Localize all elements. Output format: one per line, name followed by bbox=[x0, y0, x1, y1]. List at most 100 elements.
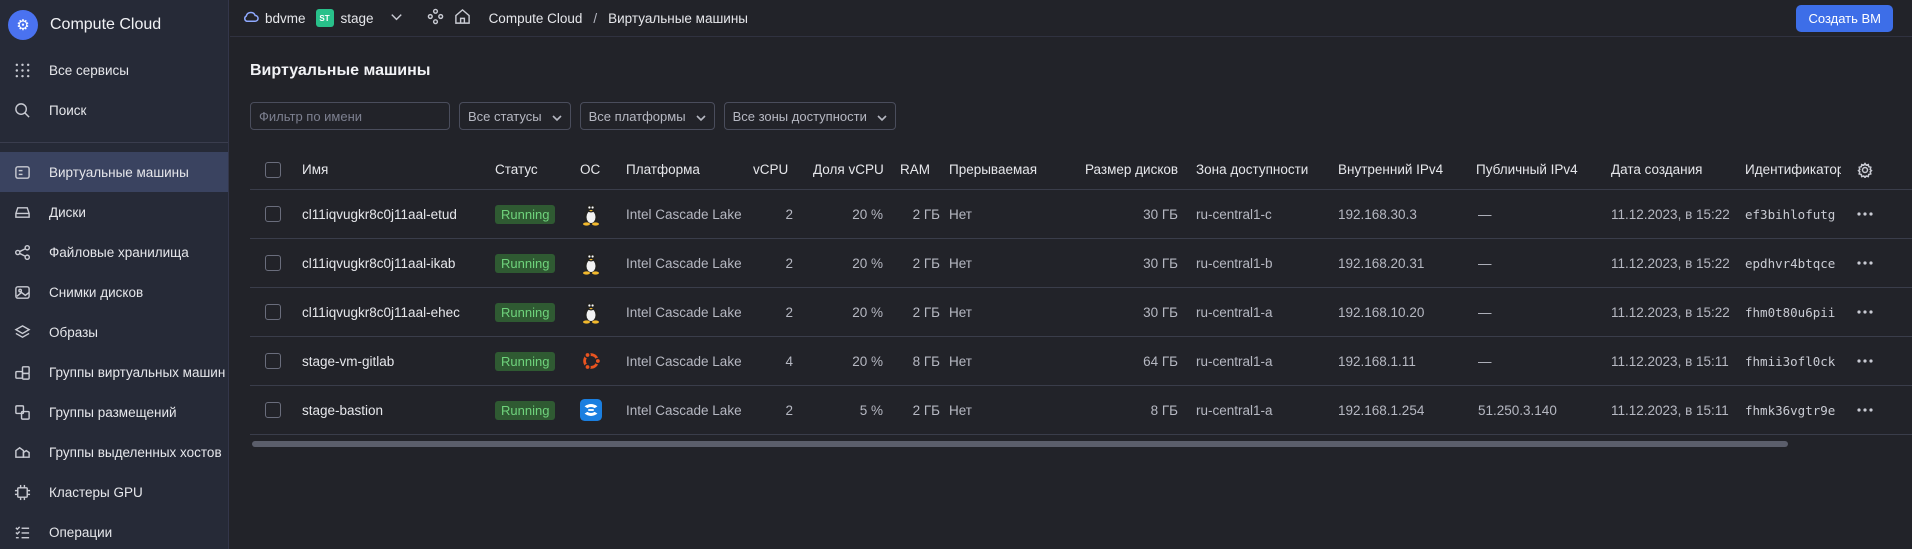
table-row[interactable]: stage-bastion Running Intel Cascade Lake 2 5… bbox=[250, 386, 1912, 435]
sidebar-item-operations[interactable]: Операции bbox=[0, 512, 228, 549]
col-header-ram[interactable]: RAM bbox=[900, 150, 930, 189]
table-row[interactable]: stage-vm-gitlab Running Intel Cascade Lake… bbox=[250, 337, 1912, 386]
cell-name[interactable]: cl11iqvugkr8c0j11aal-ehec bbox=[302, 288, 460, 336]
sidebar-item-all-services[interactable]: Все сервисы bbox=[0, 50, 228, 90]
scrollbar-thumb[interactable] bbox=[252, 441, 1788, 447]
more-actions-icon[interactable] bbox=[1857, 386, 1873, 434]
more-actions-icon[interactable] bbox=[1857, 288, 1873, 336]
status-badge: Running bbox=[495, 351, 556, 371]
gear-icon[interactable] bbox=[1857, 150, 1873, 189]
sidebar-item-dedicated-host-groups[interactable]: Группы выделенных хостов bbox=[0, 432, 228, 472]
sidebar-item-images[interactable]: Образы bbox=[0, 312, 228, 352]
cell-ram: 2 ГБ bbox=[912, 255, 940, 271]
table-row[interactable]: cl11iqvugkr8c0j11aal-ehec Running Intel Ca… bbox=[250, 288, 1912, 337]
sidebar-item-disks[interactable]: Диски bbox=[0, 192, 228, 232]
row-checkbox[interactable] bbox=[265, 353, 281, 369]
table-row[interactable]: cl11iqvugkr8c0j11aal-etud Running Intel Ca… bbox=[250, 190, 1912, 239]
status-filter-select[interactable]: Все статусы bbox=[459, 102, 571, 130]
col-header-preemptible[interactable]: Прерываемая bbox=[949, 150, 1037, 189]
vm-table: Имя Статус ОС Платформа vCPU Доля vCPU R… bbox=[250, 150, 1912, 435]
sidebar-item-file-storage[interactable]: Файловые хранилища bbox=[0, 232, 228, 272]
sidebar-item-label: Группы виртуальных машин bbox=[49, 364, 226, 380]
cell-zone: ru-central1-a bbox=[1196, 402, 1273, 418]
cell-name[interactable]: cl11iqvugkr8c0j11aal-etud bbox=[302, 190, 457, 238]
gpu-icon bbox=[13, 483, 31, 501]
create-vm-button[interactable]: Создать ВМ bbox=[1796, 5, 1893, 32]
resource-map-icon[interactable] bbox=[427, 8, 444, 28]
other-os-icon bbox=[580, 386, 602, 434]
layers-icon bbox=[13, 323, 31, 341]
sidebar-item-search[interactable]: Поиск bbox=[0, 90, 228, 130]
cell-name[interactable]: cl11iqvugkr8c0j11aal-ikab bbox=[302, 239, 455, 287]
cell-disk-size: 30 ГБ bbox=[1143, 255, 1178, 271]
chevron-down-icon bbox=[552, 111, 562, 122]
cloud-selector[interactable]: bdvme bbox=[242, 8, 306, 28]
status-badge: Running bbox=[495, 302, 556, 322]
sidebar-item-disk-snapshots[interactable]: Снимки дисков bbox=[0, 272, 228, 312]
row-select-cell bbox=[265, 239, 281, 287]
cell-disk-size: 8 ГБ bbox=[1150, 402, 1178, 418]
zone-filter-select[interactable]: Все зоны доступности bbox=[723, 102, 896, 130]
sidebar-item-label: Снимки дисков bbox=[49, 284, 144, 300]
breadcrumb-service[interactable]: Compute Cloud bbox=[489, 11, 583, 26]
sidebar-header[interactable]: ⚙ Compute Cloud bbox=[0, 0, 228, 50]
cell-preemptible: Нет bbox=[949, 304, 972, 320]
folder-name: stage bbox=[340, 10, 374, 26]
col-header-disk-size[interactable]: Размер дисков bbox=[1085, 150, 1178, 189]
cell-name[interactable]: stage-vm-gitlab bbox=[302, 337, 394, 385]
cell-disk-size: 30 ГБ bbox=[1143, 206, 1178, 222]
col-header-status[interactable]: Статус bbox=[495, 150, 538, 189]
cell-name[interactable]: stage-bastion bbox=[302, 386, 383, 434]
status-badge: Running bbox=[495, 400, 556, 420]
col-header-zone[interactable]: Зона доступности bbox=[1196, 150, 1308, 189]
col-header-platform[interactable]: Платформа bbox=[626, 150, 700, 189]
more-actions-icon[interactable] bbox=[1857, 239, 1873, 287]
sidebar-item-label: Группы выделенных хостов bbox=[49, 444, 222, 460]
row-checkbox[interactable] bbox=[265, 206, 281, 222]
select-all-checkbox[interactable] bbox=[265, 161, 281, 178]
sidebar-item-label: Все сервисы bbox=[49, 62, 129, 78]
name-filter-input[interactable]: Фильтр по имени bbox=[250, 102, 450, 130]
cell-zone: ru-central1-c bbox=[1196, 206, 1272, 222]
grid-icon bbox=[13, 61, 31, 79]
chevron-down-icon bbox=[388, 8, 405, 28]
col-header-id[interactable]: Идентификатор bbox=[1745, 150, 1841, 189]
status-badge: Running bbox=[495, 253, 556, 273]
cell-ram: 2 ГБ bbox=[912, 304, 940, 320]
row-checkbox[interactable] bbox=[265, 304, 281, 320]
sidebar-item-placement-groups[interactable]: Группы размещений bbox=[0, 392, 228, 432]
sidebar-item-instance-groups[interactable]: Группы виртуальных машин bbox=[0, 352, 228, 392]
cell-ram: 2 ГБ bbox=[912, 206, 940, 222]
image-icon bbox=[13, 283, 31, 301]
status-cell: Running bbox=[495, 288, 556, 336]
row-checkbox[interactable] bbox=[265, 255, 281, 271]
cell-preemptible: Нет bbox=[949, 353, 972, 369]
folder-selector[interactable]: ST stage bbox=[315, 8, 405, 28]
cell-zone: ru-central1-a bbox=[1196, 353, 1273, 369]
cell-created: 11.12.2023, в 15:22 bbox=[1611, 255, 1730, 271]
cell-vcpu: 2 bbox=[785, 304, 793, 320]
more-actions-icon[interactable] bbox=[1857, 337, 1873, 385]
table-row[interactable]: cl11iqvugkr8c0j11aal-ikab Running Intel Ca… bbox=[250, 239, 1912, 288]
col-header-name[interactable]: Имя bbox=[302, 150, 328, 189]
cell-disk-size: 64 ГБ bbox=[1143, 353, 1178, 369]
cell-vcpu-share: 20 % bbox=[852, 255, 883, 271]
sidebar-item-label: Операции bbox=[49, 524, 113, 540]
col-header-vcpu-share[interactable]: Доля vCPU bbox=[813, 150, 884, 189]
sidebar-item-gpu-clusters[interactable]: Кластеры GPU bbox=[0, 472, 228, 512]
home-icon[interactable] bbox=[454, 8, 471, 28]
col-header-vcpu[interactable]: vCPU bbox=[753, 150, 788, 189]
platform-filter-select[interactable]: Все платформы bbox=[579, 102, 715, 130]
col-header-created[interactable]: Дата создания bbox=[1611, 150, 1703, 189]
cell-ipv4-internal: 192.168.1.254 bbox=[1338, 402, 1425, 418]
col-header-os[interactable]: ОС bbox=[580, 150, 600, 189]
sidebar-item-label: Группы размещений bbox=[49, 404, 177, 420]
more-actions-icon[interactable] bbox=[1857, 190, 1873, 238]
cell-vcpu: 2 bbox=[785, 206, 793, 222]
sidebar-item-virtual-machines[interactable]: Виртуальные машины bbox=[0, 152, 228, 192]
col-header-ipv4-internal[interactable]: Внутренний IPv4 bbox=[1338, 150, 1443, 189]
row-checkbox[interactable] bbox=[265, 402, 281, 418]
row-select-cell bbox=[265, 337, 281, 385]
col-header-ipv4-public[interactable]: Публичный IPv4 bbox=[1476, 150, 1578, 189]
horizontal-scrollbar[interactable] bbox=[250, 440, 1790, 448]
